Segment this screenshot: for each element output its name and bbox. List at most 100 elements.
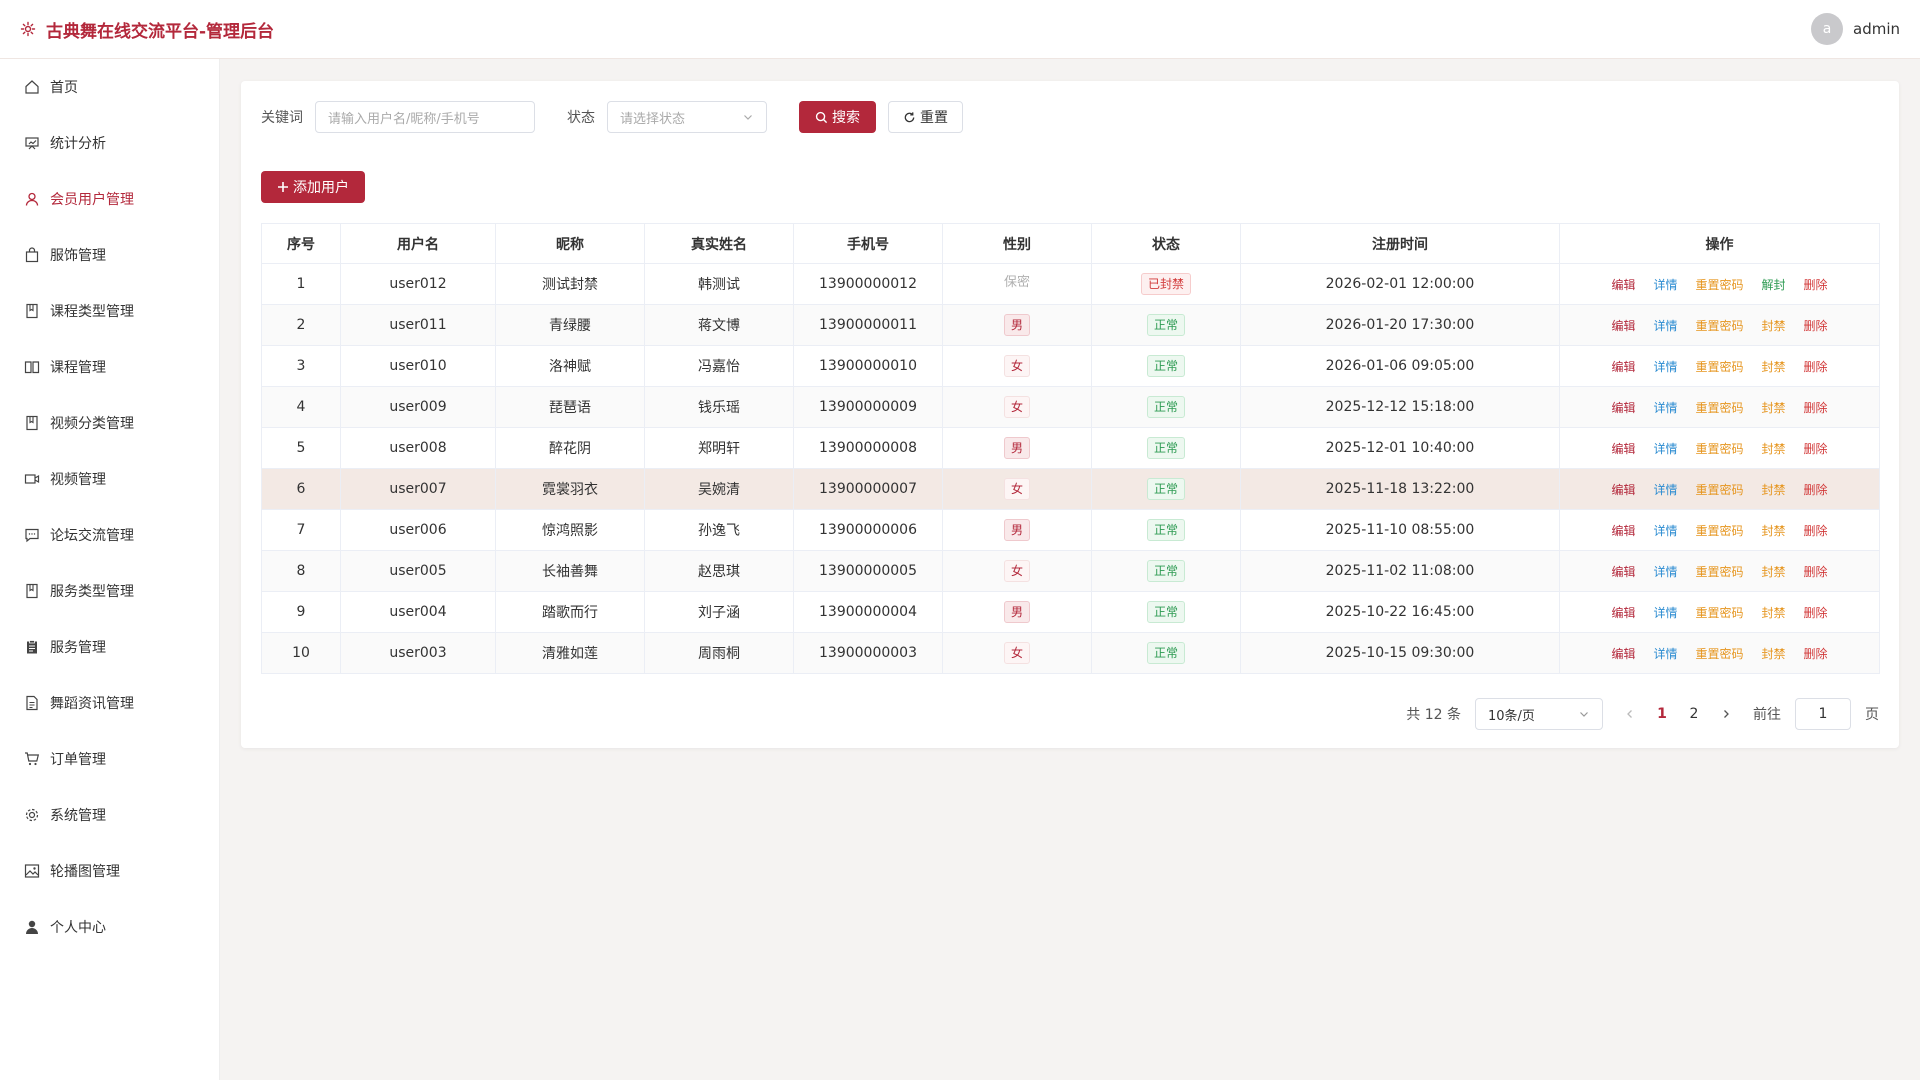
edit-link[interactable]: 编辑 (1611, 317, 1635, 334)
sidebar-item-members[interactable]: 会员用户管理 (0, 171, 219, 227)
edit-link[interactable]: 编辑 (1611, 399, 1635, 416)
sidebar-item-services[interactable]: 服务管理 (0, 619, 219, 675)
delete-link[interactable]: 删除 (1804, 604, 1828, 621)
cell-nickname: 惊鸿照影 (495, 509, 645, 551)
sidebar-item-video-categories[interactable]: 视频分类管理 (0, 395, 219, 451)
sidebar-item-forum[interactable]: 论坛交流管理 (0, 507, 219, 563)
reset-password-link[interactable]: 重置密码 (1695, 358, 1743, 375)
status-badge: 已封禁 (1140, 273, 1191, 295)
delete-link[interactable]: 删除 (1804, 276, 1828, 293)
page-size-select[interactable]: 10条/页 (1475, 698, 1603, 730)
detail-link[interactable]: 详情 (1653, 399, 1677, 416)
sidebar-item-service-types[interactable]: 服务类型管理 (0, 563, 219, 619)
cell-status: 正常 (1091, 509, 1241, 551)
brand[interactable]: 古典舞在线交流平台-管理后台 (20, 17, 274, 42)
sidebar-item-statistics[interactable]: 统计分析 (0, 115, 219, 171)
cell-register-time: 2025-10-22 16:45:00 (1240, 591, 1560, 633)
detail-link[interactable]: 详情 (1653, 481, 1677, 498)
delete-link[interactable]: 删除 (1804, 399, 1828, 416)
detail-link[interactable]: 详情 (1653, 522, 1677, 539)
page-number[interactable]: 1 (1649, 700, 1675, 728)
edit-link[interactable]: 编辑 (1611, 481, 1635, 498)
cell-realname: 韩测试 (644, 263, 794, 305)
sidebar-item-label: 服务类型管理 (50, 584, 134, 600)
ban-link[interactable]: 封禁 (1762, 440, 1786, 457)
reset-password-link[interactable]: 重置密码 (1695, 440, 1743, 457)
cell-no: 2 (261, 304, 341, 346)
reset-password-link[interactable]: 重置密码 (1695, 522, 1743, 539)
reset-password-link[interactable]: 重置密码 (1695, 276, 1743, 293)
detail-link[interactable]: 详情 (1653, 645, 1677, 662)
cell-realname: 周雨桐 (644, 632, 794, 674)
goto-page-input[interactable]: 1 (1795, 698, 1851, 730)
keyword-input[interactable]: 请输入用户名/昵称/手机号 (315, 101, 535, 133)
detail-link[interactable]: 详情 (1653, 563, 1677, 580)
unban-link[interactable]: 解封 (1762, 276, 1786, 293)
delete-link[interactable]: 删除 (1804, 440, 1828, 457)
edit-link[interactable]: 编辑 (1611, 604, 1635, 621)
sidebar-item-videos[interactable]: 视频管理 (0, 451, 219, 507)
cell-actions: 编辑 详情 重置密码 封禁 删除 (1559, 550, 1880, 592)
row-actions: 编辑 详情 重置密码 封禁 删除 (1560, 563, 1879, 580)
ban-link[interactable]: 封禁 (1762, 645, 1786, 662)
ban-link[interactable]: 封禁 (1762, 604, 1786, 621)
ban-link[interactable]: 封禁 (1762, 481, 1786, 498)
reset-password-link[interactable]: 重置密码 (1695, 481, 1743, 498)
sidebar-item-system[interactable]: 系统管理 (0, 787, 219, 843)
sidebar-item-orders[interactable]: 订单管理 (0, 731, 219, 787)
user-menu[interactable]: a admin (1811, 13, 1900, 45)
delete-link[interactable]: 删除 (1804, 358, 1828, 375)
delete-link[interactable]: 删除 (1804, 645, 1828, 662)
cell-nickname: 青绿腰 (495, 304, 645, 346)
sidebar-item-profile[interactable]: 个人中心 (0, 899, 219, 955)
edit-link[interactable]: 编辑 (1611, 440, 1635, 457)
sidebar-item-news[interactable]: 舞蹈资讯管理 (0, 675, 219, 731)
delete-link[interactable]: 删除 (1804, 522, 1828, 539)
search-button[interactable]: 搜索 (799, 101, 876, 133)
ban-link[interactable]: 封禁 (1762, 399, 1786, 416)
sidebar-item-label: 个人中心 (50, 920, 106, 936)
sidebar-item-home[interactable]: 首页 (0, 59, 219, 115)
detail-link[interactable]: 详情 (1653, 317, 1677, 334)
page-number[interactable]: 2 (1681, 700, 1707, 728)
delete-link[interactable]: 删除 (1804, 563, 1828, 580)
cell-actions: 编辑 详情 重置密码 封禁 删除 (1559, 304, 1880, 346)
table-row: 5 user008 醉花阴 郑明轩 13900000008 男 正常 2025-12-01 1… (261, 427, 1880, 469)
sidebar-item-course-types[interactable]: 课程类型管理 (0, 283, 219, 339)
reset-password-link[interactable]: 重置密码 (1695, 604, 1743, 621)
ban-link[interactable]: 封禁 (1762, 563, 1786, 580)
sidebar-item-courses[interactable]: 课程管理 (0, 339, 219, 395)
row-actions: 编辑 详情 重置密码 封禁 删除 (1560, 399, 1879, 416)
delete-link[interactable]: 删除 (1804, 481, 1828, 498)
ban-link[interactable]: 封禁 (1762, 522, 1786, 539)
sidebar-item-banners[interactable]: 轮播图管理 (0, 843, 219, 899)
edit-link[interactable]: 编辑 (1611, 276, 1635, 293)
reset-password-link[interactable]: 重置密码 (1695, 399, 1743, 416)
detail-link[interactable]: 详情 (1653, 276, 1677, 293)
username[interactable]: admin (1853, 20, 1900, 38)
avatar[interactable]: a (1811, 13, 1843, 45)
delete-link[interactable]: 删除 (1804, 317, 1828, 334)
next-page-button[interactable] (1713, 700, 1739, 728)
ban-link[interactable]: 封禁 (1762, 358, 1786, 375)
detail-link[interactable]: 详情 (1653, 604, 1677, 621)
reset-password-link[interactable]: 重置密码 (1695, 645, 1743, 662)
status-select[interactable]: 请选择状态 (607, 101, 767, 133)
detail-link[interactable]: 详情 (1653, 440, 1677, 457)
gender-tag: 男 (1003, 519, 1030, 541)
ban-link[interactable]: 封禁 (1762, 317, 1786, 334)
edit-link[interactable]: 编辑 (1611, 522, 1635, 539)
cell-gender: 男 (942, 427, 1092, 469)
reset-password-link[interactable]: 重置密码 (1695, 563, 1743, 580)
gender-tag: 女 (1003, 642, 1030, 664)
edit-link[interactable]: 编辑 (1611, 358, 1635, 375)
edit-link[interactable]: 编辑 (1611, 563, 1635, 580)
detail-link[interactable]: 详情 (1653, 358, 1677, 375)
reset-password-link[interactable]: 重置密码 (1695, 317, 1743, 334)
sidebar-item-costume[interactable]: 服饰管理 (0, 227, 219, 283)
status-badge: 正常 (1146, 519, 1185, 541)
edit-link[interactable]: 编辑 (1611, 645, 1635, 662)
add-user-button[interactable]: 添加用户 (261, 171, 365, 203)
reset-button[interactable]: 重置 (888, 101, 963, 133)
prev-page-button[interactable] (1617, 700, 1643, 728)
